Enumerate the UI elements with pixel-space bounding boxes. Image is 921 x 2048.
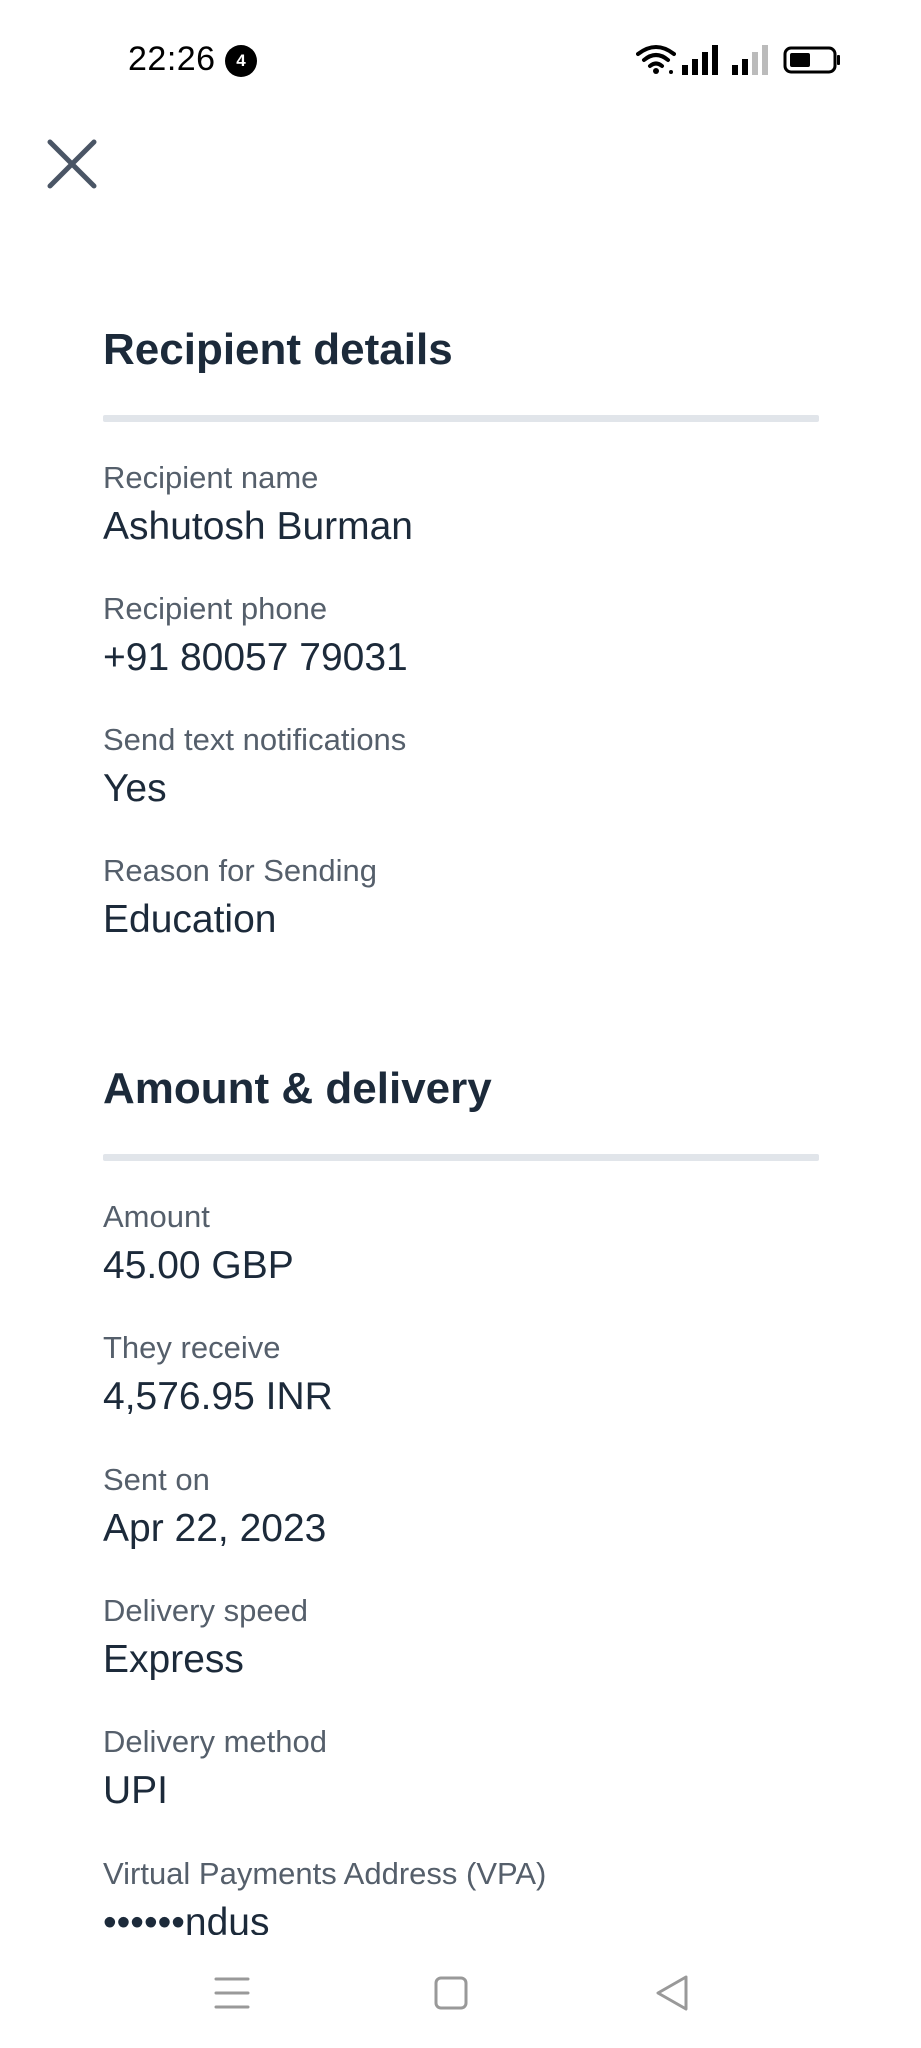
back-icon	[656, 1975, 688, 2011]
details-scroll-area[interactable]: Recipient details Recipient name Ashutos…	[0, 0, 921, 1935]
delivery-method-label: Delivery method	[103, 1724, 327, 1759]
delivery-method-value: UPI	[103, 1769, 169, 1812]
menu-icon	[214, 1977, 250, 2009]
system-navigation-bar	[0, 1935, 921, 2048]
vpa-label: Virtual Payments Address (VPA)	[103, 1856, 547, 1891]
reason-label: Reason for Sending	[103, 853, 378, 888]
vpa-value: ••••••ndus	[103, 1901, 270, 1935]
sent-on-label: Sent on	[103, 1462, 210, 1497]
text-notifications-value: Yes	[103, 767, 167, 810]
delivery-speed-value: Express	[103, 1638, 244, 1681]
delivery-speed-label: Delivery speed	[103, 1593, 309, 1628]
amount-value: 45.00 GBP	[103, 1244, 294, 1287]
amount-delivery-divider	[103, 1154, 819, 1161]
recent-apps-button[interactable]	[202, 1963, 262, 2023]
recipient-phone-label: Recipient phone	[103, 591, 328, 626]
recipient-details-divider	[103, 415, 819, 422]
amount-label: Amount	[103, 1199, 210, 1234]
they-receive-label: They receive	[103, 1330, 281, 1365]
home-button[interactable]	[421, 1963, 481, 2023]
amount-delivery-heading: Amount & delivery	[103, 1064, 492, 1113]
home-icon	[434, 1976, 468, 2010]
recipient-phone-value: +91 80057 79031	[103, 636, 408, 679]
recipient-details-heading: Recipient details	[103, 325, 453, 374]
recipient-name-value: Ashutosh Burman	[103, 505, 414, 548]
back-button[interactable]	[642, 1963, 702, 2023]
recipient-name-label: Recipient name	[103, 460, 319, 495]
sent-on-value: Apr 22, 2023	[103, 1507, 327, 1550]
they-receive-value: 4,576.95 INR	[103, 1375, 333, 1418]
reason-value: Education	[103, 898, 277, 941]
text-notifications-label: Send text notifications	[103, 722, 407, 757]
